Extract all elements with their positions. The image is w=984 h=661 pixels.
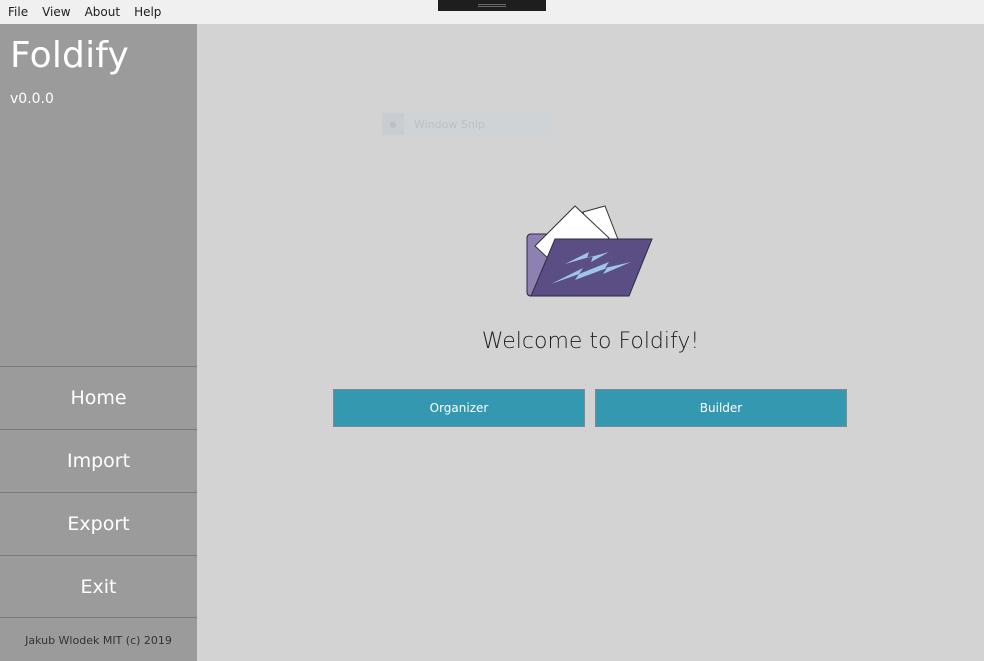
builder-button[interactable]: Builder: [595, 389, 847, 427]
snip-icon: ●: [382, 113, 404, 135]
welcome-heading: Welcome to Foldify!: [481, 329, 700, 354]
menu-view[interactable]: View: [35, 0, 77, 24]
sidebar: Foldify v0.0.0 Home Import Export Exit J…: [0, 24, 197, 661]
snip-toolbar-handle[interactable]: [438, 0, 546, 11]
sidebar-nav: Home Import Export Exit: [0, 366, 197, 618]
organizer-button[interactable]: Organizer: [333, 389, 585, 427]
window-snip-overlay: ● Window Snip: [382, 112, 552, 136]
app-version: v0.0.0: [10, 91, 54, 107]
nav-import-button[interactable]: Import: [0, 429, 197, 492]
app-title: Foldify: [10, 35, 130, 76]
menu-file[interactable]: File: [0, 0, 35, 24]
window-snip-label: Window Snip: [414, 117, 485, 131]
grip-icon: [478, 4, 506, 7]
main-panel: ● Window Snip Welcome to Foldify! Organi…: [197, 24, 984, 661]
menu-about[interactable]: About: [78, 0, 127, 24]
nav-exit-button[interactable]: Exit: [0, 555, 197, 618]
footer-credit: Jakub Wlodek MIT (c) 2019: [25, 633, 172, 647]
menu-help[interactable]: Help: [127, 0, 168, 24]
nav-home-button[interactable]: Home: [0, 366, 197, 429]
folder-lightning-icon: [526, 205, 653, 297]
nav-export-button[interactable]: Export: [0, 492, 197, 555]
